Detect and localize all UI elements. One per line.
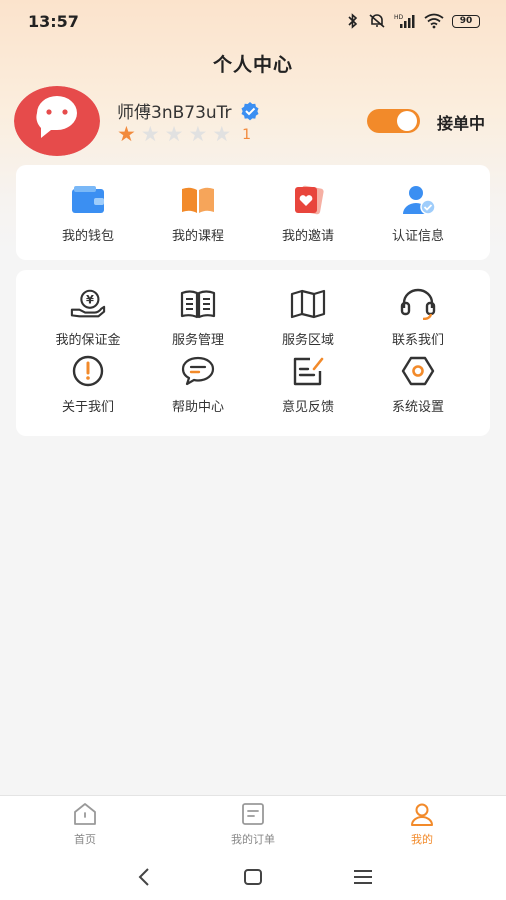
star-icon: ★ <box>164 122 184 146</box>
invite-icon <box>295 185 324 215</box>
map-icon <box>290 289 326 319</box>
page-title: 个人中心 <box>212 54 293 76</box>
tab-orders-label: 我的订单 <box>231 833 275 846</box>
accept-orders-toggle[interactable] <box>367 109 420 133</box>
tab-home-label: 首页 <box>74 833 96 846</box>
manual-icon <box>180 290 216 319</box>
deposit-item[interactable]: ¥ 我的保证金 <box>33 287 143 348</box>
verify-user-icon <box>403 186 436 215</box>
quick-actions-card: 我的钱包 我的课程 我的邀请 认证信息 <box>16 165 490 260</box>
book-icon <box>182 187 214 213</box>
help-label: 帮助中心 <box>171 400 224 415</box>
star-icon: ★ <box>117 122 136 146</box>
courses-item[interactable]: 我的课程 <box>143 183 253 244</box>
help-item[interactable]: 帮助中心 <box>143 354 253 415</box>
bottom-tab-bar: 首页 我的订单 我的 <box>0 795 506 853</box>
home-button[interactable] <box>241 865 265 889</box>
deposit-icon: ¥ <box>70 289 106 318</box>
status-bar: 13:57 HD 90 <box>0 0 506 42</box>
status-time: 13:57 <box>28 11 79 31</box>
tab-profile-label: 我的 <box>411 833 433 846</box>
info-icon <box>72 355 104 387</box>
contact-item[interactable]: 联系我们 <box>363 287 473 348</box>
star-icon: ★ <box>140 122 160 146</box>
signal-icon: HD <box>394 14 415 28</box>
mute-icon <box>369 14 385 28</box>
deposit-label: 我的保证金 <box>55 333 121 348</box>
username: 师傅3nB73uTr <box>117 98 260 123</box>
settings-item[interactable]: 系统设置 <box>363 354 473 415</box>
feedback-label: 意见反馈 <box>281 400 334 415</box>
courses-label: 我的课程 <box>171 229 224 244</box>
wallet-icon <box>72 186 104 213</box>
battery-level: 90 <box>459 16 473 26</box>
chat-icon <box>181 356 215 386</box>
menu-icon <box>354 870 372 884</box>
service-manage-item[interactable]: 服务管理 <box>143 287 253 348</box>
menu-button[interactable] <box>351 865 375 889</box>
tab-orders[interactable]: 我的订单 <box>198 802 308 847</box>
verify-label: 认证信息 <box>391 229 444 244</box>
back-icon <box>138 868 149 886</box>
profile-icon <box>411 803 433 826</box>
orders-icon <box>242 803 264 825</box>
verify-item[interactable]: 认证信息 <box>363 183 473 244</box>
services-card: ¥ 我的保证金 服务管理 服务区域 联系我们 关于我们 帮助中心 意见反馈 系统… <box>16 270 490 436</box>
settings-icon <box>401 356 435 386</box>
wallet-item[interactable]: 我的钱包 <box>33 183 143 244</box>
toggle-knob <box>397 111 417 131</box>
battery-icon: 90 <box>452 14 480 28</box>
avatar[interactable] <box>14 86 100 156</box>
back-button[interactable] <box>132 865 156 889</box>
avatar-chat-icon <box>14 86 100 156</box>
settings-label: 系统设置 <box>391 400 444 415</box>
tab-home[interactable]: 首页 <box>30 802 140 847</box>
contact-label: 联系我们 <box>391 333 444 348</box>
star-icon: ★ <box>212 122 232 146</box>
verified-badge-icon <box>241 101 259 120</box>
about-label: 关于我们 <box>61 400 114 415</box>
wallet-label: 我的钱包 <box>61 229 114 244</box>
star-icon: ★ <box>188 122 208 146</box>
bluetooth-icon <box>348 13 358 29</box>
feedback-item[interactable]: 意见反馈 <box>253 354 363 415</box>
service-area-item[interactable]: 服务区域 <box>253 287 363 348</box>
square-icon <box>244 869 262 885</box>
rating-count: 1 <box>242 126 252 143</box>
status-icons: HD 90 <box>346 13 480 29</box>
tab-profile[interactable]: 我的 <box>367 802 477 847</box>
feedback-icon <box>293 357 324 386</box>
headset-icon <box>400 288 436 320</box>
about-item[interactable]: 关于我们 <box>33 354 143 415</box>
wifi-icon <box>424 13 444 29</box>
service-area-label: 服务区域 <box>281 333 334 348</box>
invite-label: 我的邀请 <box>281 229 334 244</box>
accept-orders-label: 接单中 <box>437 114 486 133</box>
service-manage-label: 服务管理 <box>171 333 224 348</box>
svg-text:HD: HD <box>394 14 404 21</box>
svg-text:¥: ¥ <box>86 293 94 307</box>
rating-stars: ★ ★ ★ ★ ★ 1 <box>117 124 251 145</box>
invite-item[interactable]: 我的邀请 <box>253 183 363 244</box>
home-icon <box>74 803 96 825</box>
username-text: 师傅3nB73uTr <box>117 103 232 123</box>
system-nav-bar <box>0 853 506 900</box>
